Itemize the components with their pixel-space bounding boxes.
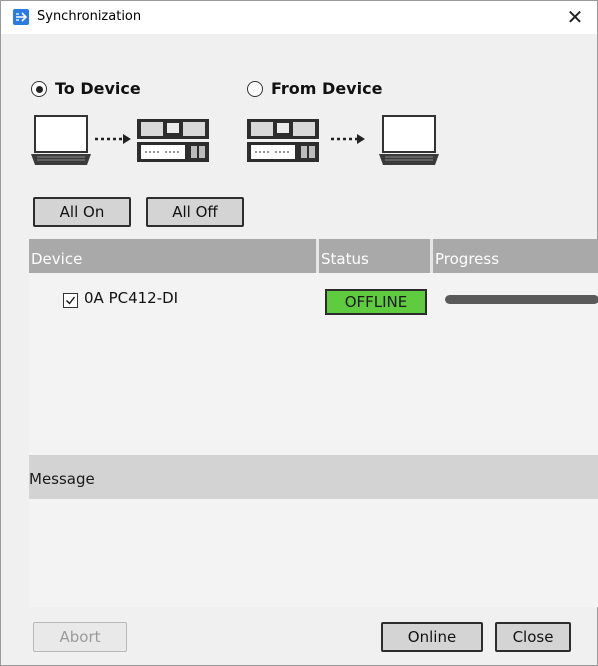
amplifier-icon bbox=[247, 119, 319, 162]
app-icon bbox=[13, 9, 29, 25]
header-progress[interactable]: Progress bbox=[433, 239, 595, 273]
all-off-button[interactable]: All Off bbox=[146, 197, 244, 227]
radio-from-device-label: From Device bbox=[271, 79, 383, 98]
message-label: Message bbox=[29, 455, 598, 499]
close-button[interactable]: Close bbox=[495, 622, 571, 652]
device-name: 0A PC412-DI bbox=[84, 289, 179, 307]
radio-to-device-label: To Device bbox=[55, 79, 141, 98]
synchronization-dialog: Synchronization ✕ To Device From Device bbox=[0, 0, 598, 666]
arrow-right-icon bbox=[95, 134, 131, 144]
header-status[interactable]: Status bbox=[319, 239, 431, 273]
window-title: Synchronization bbox=[37, 9, 142, 24]
status-badge: OFFLINE bbox=[325, 289, 427, 315]
online-button[interactable]: Online bbox=[381, 622, 483, 652]
header-device[interactable]: Device bbox=[29, 239, 317, 273]
device-table: Device Status Progress 0A PC412-DI OFFLI… bbox=[29, 239, 598, 455]
progress-fill bbox=[445, 295, 598, 304]
all-on-button[interactable]: All On bbox=[33, 197, 131, 227]
table-row[interactable]: 0A PC412-DI OFFLINE bbox=[29, 287, 598, 315]
radio-to-device[interactable]: To Device bbox=[31, 79, 181, 101]
laptop-icon bbox=[379, 115, 439, 165]
table-header: Device Status Progress bbox=[29, 239, 598, 273]
checkbox-checked-icon bbox=[66, 296, 76, 305]
title-bar: Synchronization ✕ bbox=[1, 1, 597, 34]
device-checkbox[interactable] bbox=[63, 293, 78, 308]
message-box bbox=[29, 499, 598, 607]
from-device-diagram bbox=[247, 115, 439, 165]
arrow-right-icon bbox=[331, 134, 365, 144]
amplifier-icon bbox=[137, 119, 209, 162]
laptop-icon bbox=[31, 115, 91, 165]
close-icon[interactable]: ✕ bbox=[557, 1, 593, 34]
radio-from-device[interactable]: From Device bbox=[247, 79, 417, 101]
radio-circle bbox=[247, 81, 263, 97]
progress-bar bbox=[445, 295, 598, 304]
abort-button[interactable]: Abort bbox=[33, 622, 127, 652]
to-device-diagram bbox=[31, 115, 209, 165]
radio-circle bbox=[31, 81, 47, 97]
